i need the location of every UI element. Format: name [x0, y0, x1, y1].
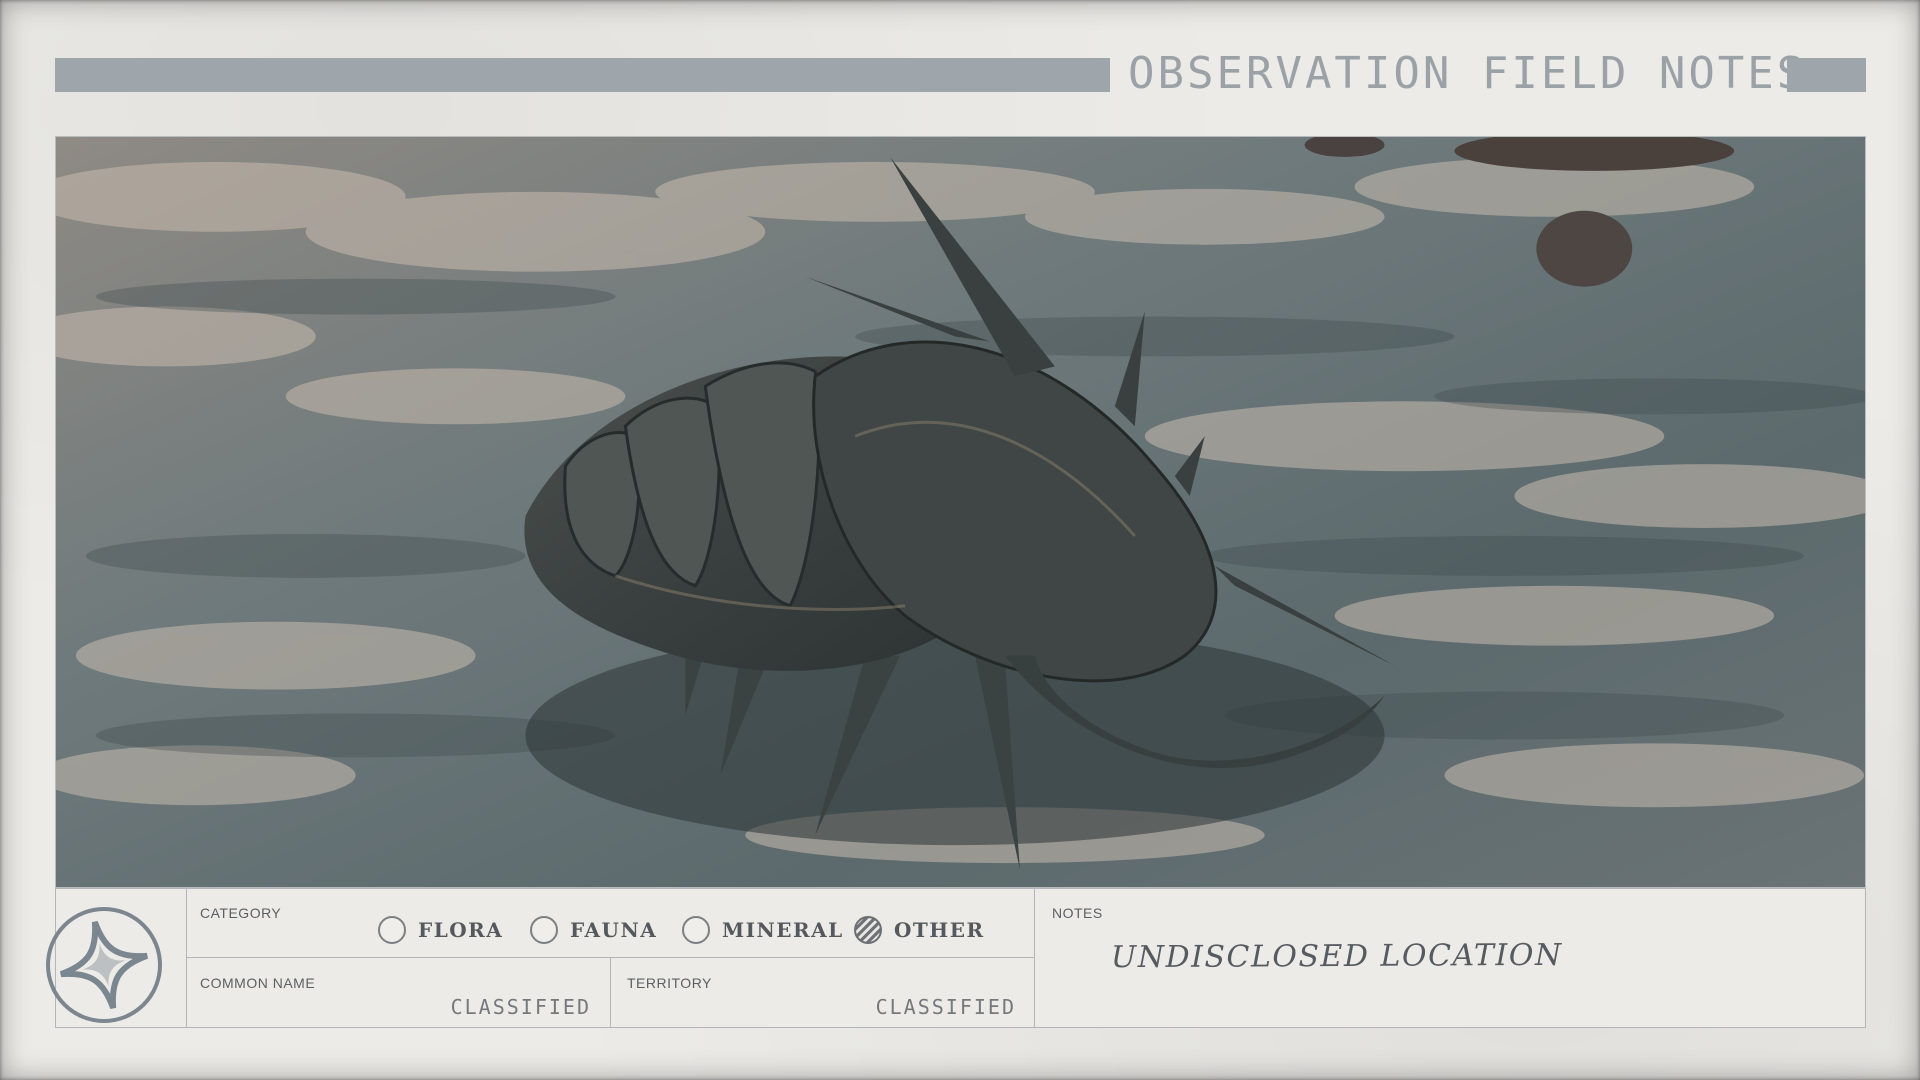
category-option-flora[interactable]: FLORA: [378, 913, 503, 947]
fauna-radio[interactable]: [530, 916, 558, 944]
creature-photo-image: [56, 137, 1865, 887]
header-bar: [55, 58, 1110, 92]
field-notes-card: OBSERVATION FIELD NOTES CATEGORY FLORA F…: [0, 0, 1920, 1080]
category-option-mineral[interactable]: MINERAL: [682, 913, 844, 947]
mineral-label: MINERAL: [722, 918, 844, 942]
common-name-label: COMMON NAME: [200, 975, 316, 991]
flora-radio[interactable]: [378, 916, 406, 944]
four-point-star-emblem-icon: [46, 907, 162, 1023]
other-radio-checked[interactable]: [854, 916, 882, 944]
flora-label: FLORA: [418, 918, 504, 942]
mineral-radio[interactable]: [682, 916, 710, 944]
creature-photo: [55, 136, 1866, 888]
notes-handwritten-text: UNDISCLOSED LOCATION: [1110, 937, 1563, 976]
divider: [186, 889, 187, 1027]
fauna-label: FAUNA: [570, 918, 658, 942]
category-option-other[interactable]: OTHER: [854, 913, 985, 947]
observation-form: CATEGORY FLORA FAUNA MINERAL OTHER COMMO…: [46, 888, 1866, 1028]
divider: [186, 957, 1034, 958]
header-bar-end: [1787, 58, 1866, 92]
notes-label: NOTES: [1052, 905, 1103, 921]
common-name-value: CLASSIFIED: [450, 995, 591, 1019]
category-label: CATEGORY: [200, 905, 282, 921]
territory-value: CLASSIFIED: [875, 995, 1016, 1019]
category-option-fauna[interactable]: FAUNA: [530, 913, 657, 947]
other-label: OTHER: [894, 918, 985, 942]
page-title: OBSERVATION FIELD NOTES: [1128, 48, 1807, 99]
divider: [1034, 889, 1035, 1027]
territory-label: TERRITORY: [627, 975, 712, 991]
divider: [610, 957, 611, 1027]
